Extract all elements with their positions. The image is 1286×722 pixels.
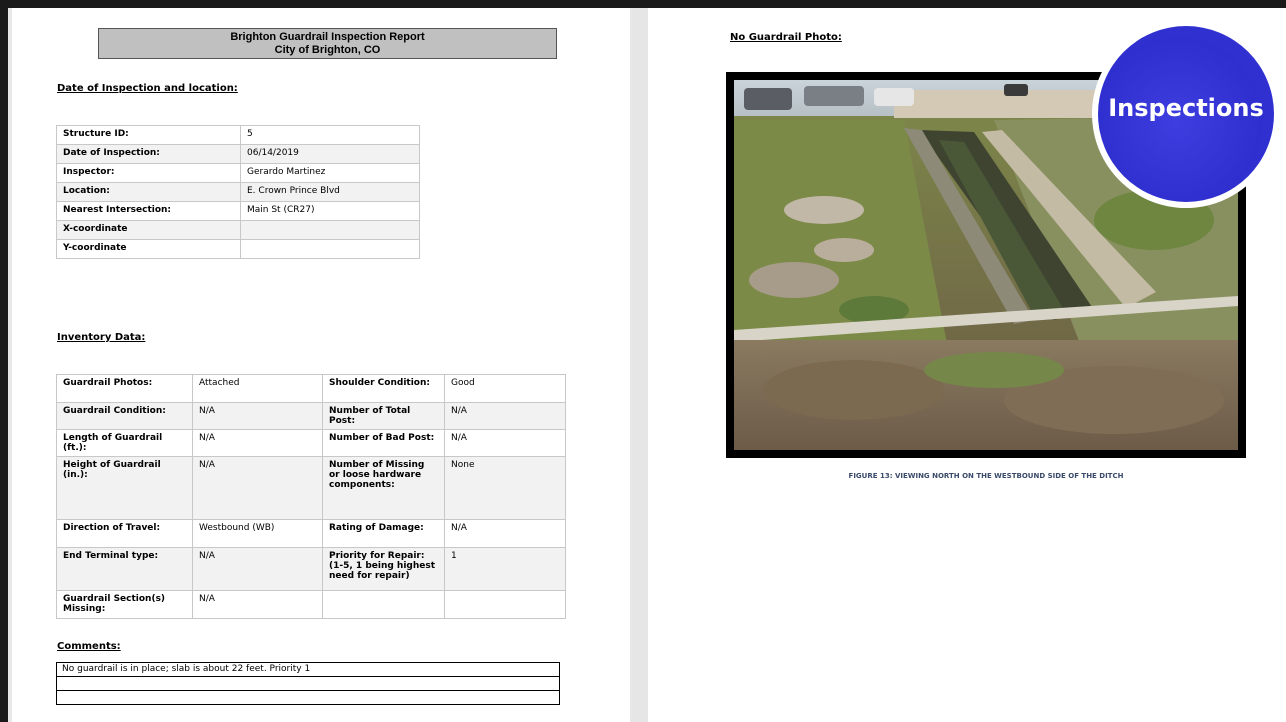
inventory-row: End Terminal type: N/A Priority for Repair… <box>56 547 566 591</box>
structure-row: Inspector: Gerardo Martinez <box>56 163 420 183</box>
inventory-row: Direction of Travel: Westbound (WB) Rating… <box>56 519 566 548</box>
structure-row: Nearest Intersection: Main St (CR27) <box>56 201 420 221</box>
inventory-label: Shoulder Condition: <box>322 374 445 403</box>
page-gutter <box>632 8 648 722</box>
comment-row <box>56 676 560 691</box>
inventory-label: Height of Guardrail (in.): <box>56 456 193 520</box>
comment-text: No guardrail is in place; slab is about … <box>56 662 560 677</box>
inventory-row: Length of Guardrail (ft.): N/A Number of B… <box>56 429 566 457</box>
structure-label: Date of Inspection: <box>56 144 241 164</box>
inventory-value: N/A <box>444 402 566 430</box>
inventory-value: N/A <box>192 590 323 619</box>
structure-label: Inspector: <box>56 163 241 183</box>
structure-row: Structure ID: 5 <box>56 125 420 145</box>
inspections-badge-label: Inspections <box>1108 94 1264 122</box>
inventory-value: Westbound (WB) <box>192 519 323 548</box>
inventory-value: N/A <box>192 547 323 591</box>
report-title: Brighton Guardrail Inspection Report <box>230 31 425 43</box>
inventory-label: Guardrail Condition: <box>56 402 193 430</box>
report-title-box: Brighton Guardrail Inspection Report Cit… <box>98 28 557 59</box>
inventory-label: Guardrail Section(s) Missing: <box>56 590 193 619</box>
comments-table: No guardrail is in place; slab is about … <box>56 662 560 705</box>
structure-label: Y-coordinate <box>56 239 241 259</box>
report-page-1: Brighton Guardrail Inspection Report Cit… <box>12 8 630 722</box>
inspections-badge: Inspections <box>1092 20 1280 208</box>
structure-label: X-coordinate <box>56 220 241 240</box>
structure-row: X-coordinate <box>56 220 420 240</box>
inventory-label <box>322 590 445 619</box>
inventory-label: Priority for Repair: (1-5, 1 being highe… <box>322 547 445 591</box>
figure-caption: FIGURE 13: VIEWING NORTH ON THE WESTBOUN… <box>848 472 1124 480</box>
inventory-row: Guardrail Photos: Attached Shoulder Condit… <box>56 374 566 403</box>
report-subtitle: City of Brighton, CO <box>274 44 381 56</box>
inventory-row: Guardrail Condition: N/A Number of Total P… <box>56 402 566 430</box>
inventory-row: Guardrail Section(s) Missing: N/A <box>56 590 566 619</box>
structure-value: 5 <box>240 125 420 145</box>
structure-value: 06/14/2019 <box>240 144 420 164</box>
structure-label: Location: <box>56 182 241 202</box>
structure-value: Main St (CR27) <box>240 201 420 221</box>
structure-value <box>240 239 420 259</box>
inventory-value: N/A <box>192 429 323 457</box>
inventory-heading: Inventory Data: <box>57 332 146 343</box>
comment-row <box>56 690 560 705</box>
structure-row: Date of Inspection: 06/14/2019 <box>56 144 420 164</box>
structure-row: Y-coordinate <box>56 239 420 259</box>
photo-heading: No Guardrail Photo: <box>730 32 842 43</box>
inventory-value: Good <box>444 374 566 403</box>
inventory-value: N/A <box>444 429 566 457</box>
structure-value: Gerardo Martinez <box>240 163 420 183</box>
structure-table: Structure ID: 5 Date of Inspection: 06/14/2… <box>56 125 420 259</box>
inventory-row: Height of Guardrail (in.): N/A Number of M… <box>56 456 566 520</box>
structure-value: E. Crown Prince Blvd <box>240 182 420 202</box>
comment-text <box>56 690 560 705</box>
inventory-value <box>444 590 566 619</box>
inventory-label: End Terminal type: <box>56 547 193 591</box>
inventory-table: Guardrail Photos: Attached Shoulder Condit… <box>56 374 566 619</box>
structure-value <box>240 220 420 240</box>
comment-row: No guardrail is in place; slab is about … <box>56 662 560 677</box>
inventory-value: N/A <box>444 519 566 548</box>
inventory-label: Number of Missing or loose hardware comp… <box>322 456 445 520</box>
structure-label: Nearest Intersection: <box>56 201 241 221</box>
structure-label: Structure ID: <box>56 125 241 145</box>
inventory-value: Attached <box>192 374 323 403</box>
inventory-label: Guardrail Photos: <box>56 374 193 403</box>
inventory-label: Direction of Travel: <box>56 519 193 548</box>
inventory-label: Length of Guardrail (ft.): <box>56 429 193 457</box>
structure-row: Location: E. Crown Prince Blvd <box>56 182 420 202</box>
inspections-badge-circle: Inspections <box>1098 26 1274 202</box>
date-location-heading: Date of Inspection and location: <box>57 83 238 94</box>
inventory-value: 1 <box>444 547 566 591</box>
inventory-value: N/A <box>192 402 323 430</box>
inventory-value: None <box>444 456 566 520</box>
inventory-label: Number of Total Post: <box>322 402 445 430</box>
comment-text <box>56 676 560 691</box>
inventory-value: N/A <box>192 456 323 520</box>
inventory-label: Number of Bad Post: <box>322 429 445 457</box>
inventory-label: Rating of Damage: <box>322 519 445 548</box>
comments-heading: Comments: <box>57 641 121 652</box>
